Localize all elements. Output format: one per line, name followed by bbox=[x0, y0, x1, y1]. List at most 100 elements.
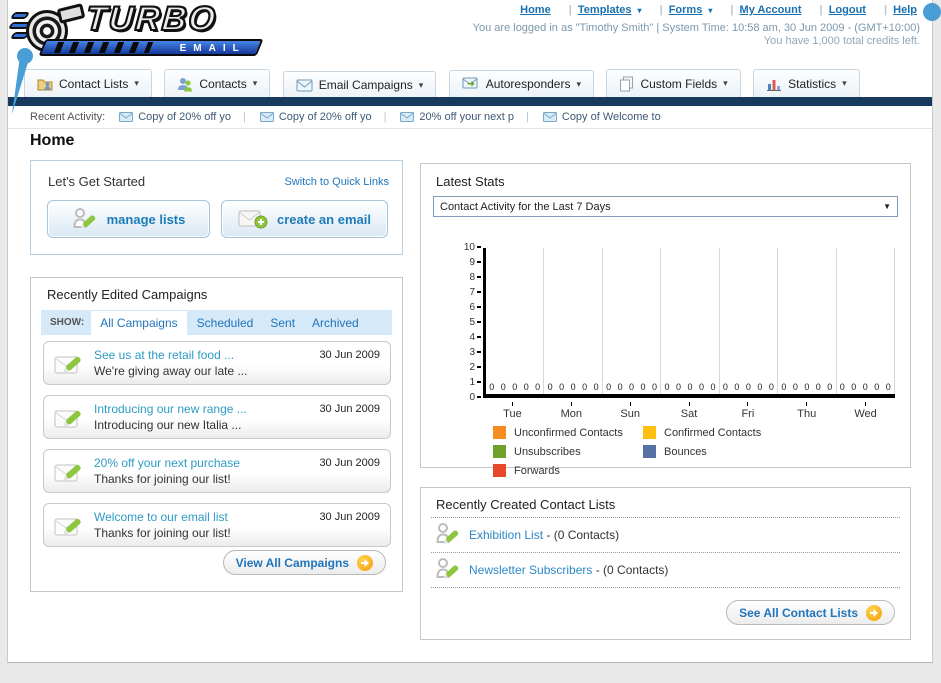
see-all-contact-lists-button[interactable]: See All Contact Lists bbox=[726, 600, 895, 625]
bar-value-label: 0 bbox=[839, 382, 845, 392]
bar-value-label: 0 bbox=[710, 382, 716, 392]
view-all-campaigns-label: View All Campaigns bbox=[235, 555, 349, 570]
x-axis-label: Fri bbox=[718, 402, 777, 420]
tab-custom-fields[interactable]: Custom Fields ▾ bbox=[606, 69, 741, 97]
bar-value-label: 0 bbox=[851, 382, 857, 392]
logo-email-bar: EMAIL bbox=[38, 39, 264, 56]
envelope-plus-icon bbox=[238, 210, 268, 229]
bar-value-label: 0 bbox=[606, 382, 612, 392]
legend-swatch bbox=[493, 445, 506, 458]
nav-link-forms[interactable]: Forms bbox=[669, 4, 703, 16]
create-an-email-button[interactable]: create an email bbox=[221, 200, 388, 238]
contact-list-text: Newsletter Subscribers - (0 Contacts) bbox=[469, 563, 668, 577]
switch-to-quick-links[interactable]: Switch to Quick Links bbox=[284, 176, 389, 188]
campaign-row[interactable]: See us at the retail food ... We're givi… bbox=[43, 341, 391, 385]
contact-list-link[interactable]: Exhibition List bbox=[469, 528, 543, 542]
campaign-row[interactable]: 20% off your next purchase Thanks for jo… bbox=[43, 449, 391, 493]
legend-label: Forwards bbox=[514, 464, 560, 477]
bar-value-label: 0 bbox=[617, 382, 623, 392]
chevron-down-icon: ▾ bbox=[723, 78, 728, 88]
bar-value-label: 0 bbox=[687, 382, 693, 392]
envelope-icon bbox=[119, 112, 134, 122]
filter-archived[interactable]: Archived bbox=[312, 316, 359, 330]
dotted-divider bbox=[431, 587, 900, 588]
activity-separator: | bbox=[242, 111, 246, 123]
nav-link-my-account[interactable]: My Account bbox=[740, 4, 802, 16]
recent-activity-item[interactable]: Copy of Welcome to bbox=[542, 111, 661, 123]
campaign-title-link[interactable]: See us at the retail food ... bbox=[94, 348, 234, 362]
chart-categories: Tue Mon Sun Sat Fri Thu Wed bbox=[483, 402, 895, 420]
filter-scheduled[interactable]: Scheduled bbox=[197, 316, 254, 330]
x-axis-label: Sun bbox=[601, 402, 660, 420]
campaign-row[interactable]: Welcome to our email list Thanks for joi… bbox=[43, 503, 391, 547]
folder-contact-icon bbox=[37, 79, 53, 90]
chart-group: 00000 bbox=[544, 248, 603, 394]
bar-value-label: 0 bbox=[593, 382, 599, 392]
nav-separator: | bbox=[568, 4, 572, 16]
campaign-date: 30 Jun 2009 bbox=[319, 457, 380, 469]
view-all-campaigns-button[interactable]: View All Campaigns bbox=[222, 550, 386, 575]
recent-activity-label: Recent Activity: bbox=[30, 111, 106, 123]
person-pencil-icon bbox=[436, 523, 459, 544]
tab-contact-lists[interactable]: Contact Lists ▾ bbox=[24, 69, 152, 97]
manage-lists-button[interactable]: manage lists bbox=[47, 200, 210, 238]
filter-all-campaigns[interactable]: All Campaigns bbox=[91, 310, 187, 335]
legend-label: Unconfirmed Contacts bbox=[514, 426, 623, 439]
y-axis-tick-label: 2 bbox=[469, 363, 481, 373]
chart-group: 00000 bbox=[661, 248, 720, 394]
contact-list-row[interactable]: Exhibition List - (0 Contacts) bbox=[435, 519, 896, 551]
chevron-down-icon[interactable]: ▾ bbox=[637, 6, 641, 15]
contact-lists-panel: Recently Created Contact Lists Exhibitio… bbox=[420, 487, 911, 640]
corner-dot-decoration bbox=[923, 3, 941, 21]
x-axis-label: Thu bbox=[777, 402, 836, 420]
latest-stats-panel: Latest Stats Contact Activity for the La… bbox=[420, 163, 911, 477]
envelope-pencil-icon bbox=[54, 518, 81, 536]
nav-link-home[interactable]: Home bbox=[520, 4, 551, 16]
y-axis-tick-label: 10 bbox=[464, 243, 481, 253]
contact-list-link[interactable]: Newsletter Subscribers bbox=[469, 563, 592, 577]
chevron-down-icon[interactable]: ▾ bbox=[708, 6, 712, 15]
recent-activity-item[interactable]: Copy of 20% off yo bbox=[119, 111, 231, 123]
tab-autoresponders[interactable]: Autoresponders ▾ bbox=[448, 69, 594, 98]
contact-list-meta: - (0 Contacts) bbox=[592, 563, 669, 577]
legend-item: Unconfirmed Contacts bbox=[493, 426, 643, 439]
contact-list-row[interactable]: Newsletter Subscribers - (0 Contacts) bbox=[435, 554, 896, 586]
envelope-icon bbox=[542, 112, 557, 122]
tab-label: Email Campaigns bbox=[318, 78, 413, 92]
bar-value-label: 0 bbox=[815, 382, 821, 392]
tab-contacts[interactable]: Contacts ▾ bbox=[164, 69, 271, 97]
nav-link-logout[interactable]: Logout bbox=[829, 4, 866, 16]
legend-label: Confirmed Contacts bbox=[664, 426, 762, 439]
tab-statistics[interactable]: Statistics ▾ bbox=[753, 69, 860, 97]
campaign-title-link[interactable]: Introducing our new range ... bbox=[94, 402, 247, 416]
nav-link-help[interactable]: Help bbox=[893, 4, 917, 16]
bar-value-label: 0 bbox=[885, 382, 891, 392]
bar-value-labels: 00000 bbox=[486, 382, 543, 392]
campaign-title-link[interactable]: Welcome to our email list bbox=[94, 510, 228, 524]
nav-link-templates[interactable]: Templates bbox=[578, 4, 632, 16]
tab-email-campaigns[interactable]: Email Campaigns ▾ bbox=[282, 70, 437, 99]
recent-activity-item[interactable]: 20% off your next p bbox=[400, 111, 514, 123]
tab-label: Contacts bbox=[199, 76, 247, 91]
arrow-right-icon bbox=[357, 554, 373, 571]
chart-group: 00000 bbox=[720, 248, 779, 394]
activity-item-label: Copy of Welcome to bbox=[561, 111, 661, 123]
turbo-email-logo[interactable]: TURBO EMAIL bbox=[7, 0, 274, 58]
legend-label: Bounces bbox=[664, 445, 707, 458]
bar-value-label: 0 bbox=[559, 382, 565, 392]
y-axis-tick-label: 5 bbox=[469, 318, 481, 328]
logo-subtitle: EMAIL bbox=[179, 43, 246, 54]
nav-separator: | bbox=[730, 4, 734, 16]
activity-separator: | bbox=[526, 111, 529, 123]
tab-label: Statistics bbox=[788, 76, 837, 91]
stats-report-value: Contact Activity for the Last 7 Days bbox=[440, 200, 611, 213]
recent-activity-item[interactable]: Copy of 20% off yo bbox=[259, 111, 372, 123]
campaign-row[interactable]: Introducing our new range ... Introducin… bbox=[43, 395, 391, 439]
bar-value-label: 0 bbox=[804, 382, 810, 392]
stats-report-select[interactable]: Contact Activity for the Last 7 Days ▼ bbox=[433, 196, 898, 217]
chevron-down-icon: ▾ bbox=[576, 78, 581, 89]
filter-sent[interactable]: Sent bbox=[270, 316, 295, 330]
envelope-arrow-icon bbox=[462, 77, 478, 88]
campaign-title-link[interactable]: 20% off your next purchase bbox=[94, 456, 240, 470]
activity-item-label: 20% off your next p bbox=[419, 111, 515, 123]
